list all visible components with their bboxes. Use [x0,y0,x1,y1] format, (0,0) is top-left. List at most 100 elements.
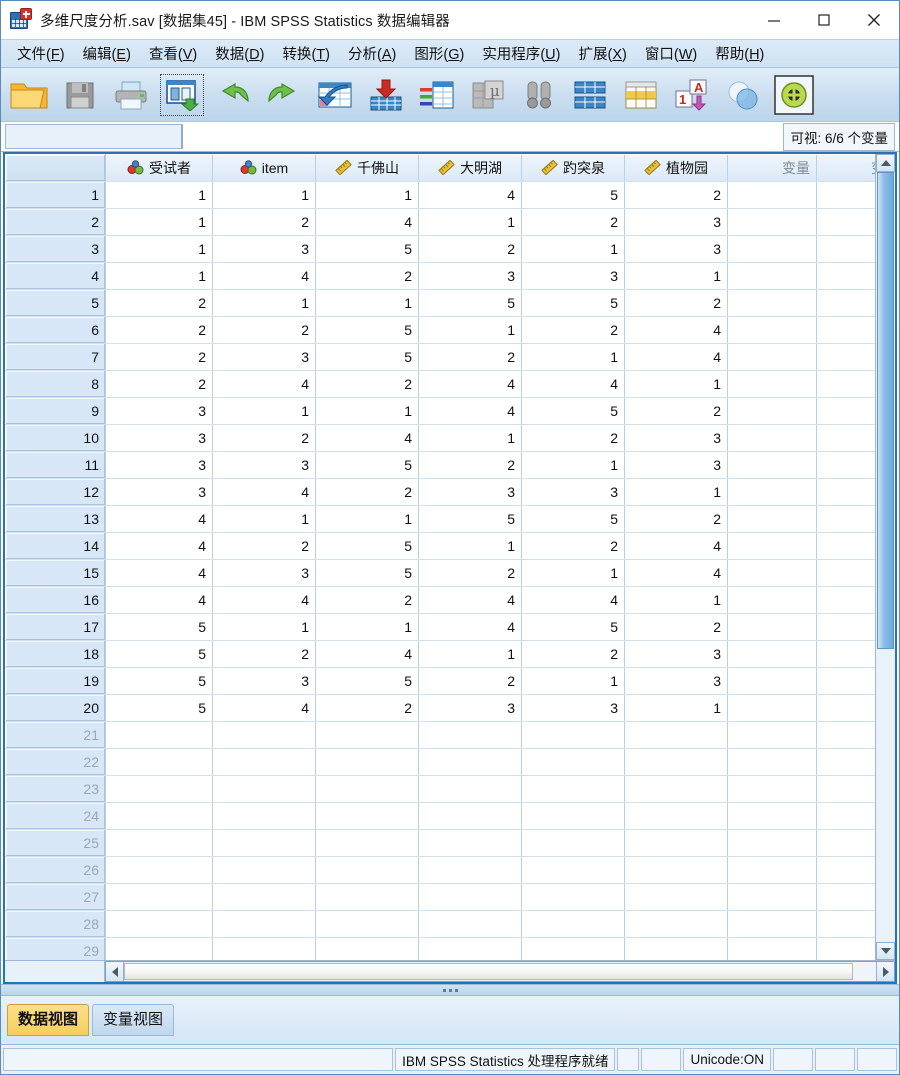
data-cell[interactable]: 4 [418,181,522,209]
table-row[interactable]: 11 3 3 5 2 1 3 [5,451,875,479]
data-cell[interactable] [521,937,625,960]
grid-corner[interactable] [5,154,106,182]
data-cell[interactable] [212,775,316,803]
data-cell[interactable]: 2 [624,181,728,209]
close-icon[interactable] [849,1,899,39]
table-row[interactable]: 27 [5,883,875,911]
cell-reference-box[interactable] [5,124,183,149]
data-cell[interactable]: 4 [212,586,316,614]
data-cell[interactable]: 2 [418,667,522,695]
data-cell[interactable]: 1 [212,181,316,209]
data-cell[interactable]: 2 [418,235,522,263]
vertical-scroll-thumb[interactable] [877,172,894,650]
row-header[interactable]: 17 [5,613,106,641]
data-cell[interactable]: 2 [418,559,522,587]
data-cell[interactable]: 2 [624,397,728,425]
table-row[interactable]: 4142331 [5,262,875,290]
data-cell[interactable]: 4 [315,640,419,668]
data-cell[interactable]: 2 [212,208,316,236]
data-cell[interactable]: 1 [315,613,419,641]
data-cell[interactable]: 4 [624,316,728,344]
row-header[interactable]: 1 [5,181,106,209]
data-cell[interactable]: 4 [624,532,728,560]
data-cell[interactable] [212,937,316,960]
data-cell[interactable]: 1 [315,505,419,533]
data-cell[interactable]: 5 [315,343,419,371]
data-cell[interactable]: 1 [624,262,728,290]
data-cell[interactable] [521,856,625,884]
data-cell[interactable]: 5 [521,613,625,641]
data-cell[interactable]: 3 [624,235,728,263]
data-cell[interactable] [624,910,728,938]
data-cell[interactable] [315,748,419,776]
data-cell[interactable]: 5 [521,181,625,209]
data-cell[interactable] [315,937,419,960]
data-cell[interactable]: 1 [212,397,316,425]
menu-utilities[interactable]: 实用程序(U) [473,41,569,66]
data-cell[interactable]: 3 [105,397,213,425]
data-cell[interactable] [521,910,625,938]
horizontal-scroll-track[interactable] [124,962,876,981]
data-cell[interactable]: 5 [105,613,213,641]
data-cell[interactable] [418,721,522,749]
data-cell[interactable] [212,883,316,911]
table-row[interactable]: 20 5 4 2 3 3 1 [5,694,875,722]
table-row[interactable]: 5211552 [5,289,875,317]
data-cell[interactable]: 1 [521,451,625,479]
undo-icon[interactable] [209,72,257,118]
data-cell[interactable]: 2 [418,451,522,479]
data-cell[interactable]: 3 [212,667,316,695]
run-descriptives-icon[interactable]: µ [464,72,512,118]
data-cell[interactable] [521,829,625,857]
data-cell[interactable] [624,775,728,803]
menu-data[interactable]: 数据(D) [206,41,273,66]
data-cell[interactable]: 2 [315,370,419,398]
menu-analyze[interactable]: 分析(A) [339,41,405,66]
data-cell[interactable] [212,856,316,884]
data-cell[interactable]: 3 [105,478,213,506]
menu-file[interactable]: 文件(F) [8,41,74,66]
data-cell[interactable]: 3 [624,208,728,236]
row-header[interactable]: 6 [5,316,106,344]
data-cell[interactable]: 3 [624,451,728,479]
data-cell[interactable]: 3 [418,478,522,506]
data-cell[interactable] [105,775,213,803]
data-cell[interactable]: 4 [315,424,419,452]
goto-case-icon[interactable] [311,72,359,118]
horizontal-scrollbar[interactable] [105,961,895,982]
data-cell[interactable]: 1 [418,208,522,236]
data-cell[interactable]: 1 [105,208,213,236]
table-row[interactable]: 12 3 4 2 3 3 1 [5,478,875,506]
data-cell[interactable] [418,802,522,830]
weight-cases-icon[interactable] [719,72,767,118]
row-header[interactable]: 12 [5,478,106,506]
row-header[interactable]: 4 [5,262,106,290]
data-cell[interactable]: 3 [624,640,728,668]
table-row[interactable]: 8242441 [5,370,875,398]
table-row[interactable]: 14 4 2 5 1 2 4 [5,532,875,560]
tab-variable-view[interactable]: 变量视图 [92,1004,175,1036]
column-header-zhiwuyuan[interactable]: 植物园 [624,154,728,182]
scroll-up-button[interactable] [876,154,895,172]
data-cell[interactable]: 1 [418,316,522,344]
data-cell[interactable]: 1 [105,262,213,290]
table-row[interactable]: 7235214 [5,343,875,371]
data-cell[interactable]: 2 [624,613,728,641]
data-cell[interactable]: 5 [521,397,625,425]
data-cell[interactable] [624,721,728,749]
data-cell[interactable] [212,910,316,938]
data-cell[interactable]: 2 [521,532,625,560]
menu-help[interactable]: 帮助(H) [706,41,773,66]
data-cell[interactable] [521,748,625,776]
row-header[interactable]: 8 [5,370,106,398]
table-row[interactable]: 17 5 1 1 4 5 2 [5,613,875,641]
data-cell[interactable]: 2 [212,640,316,668]
data-cell[interactable] [315,775,419,803]
data-cell[interactable] [624,883,728,911]
horizontal-scroll-thumb[interactable] [124,963,854,980]
data-cell[interactable]: 3 [212,451,316,479]
menu-extensions[interactable]: 扩展(X) [569,41,635,66]
scroll-down-button[interactable] [876,942,895,960]
row-header[interactable]: 10 [5,424,106,452]
data-cell[interactable]: 5 [315,532,419,560]
